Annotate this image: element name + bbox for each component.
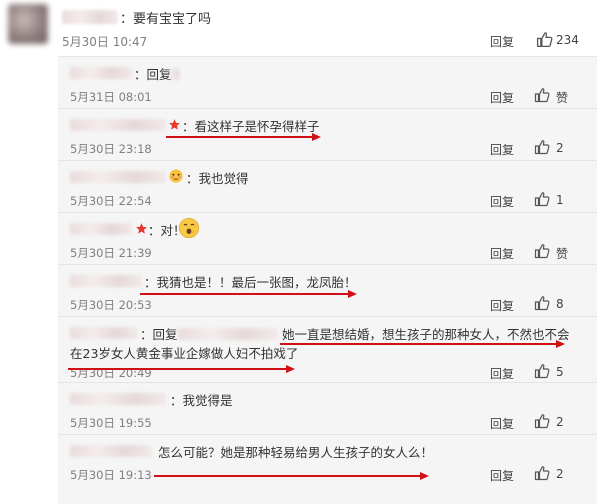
username-blurred[interactable] xyxy=(70,67,132,79)
thumbs-up-icon[interactable] xyxy=(534,191,550,207)
red-star-icon xyxy=(136,223,147,234)
top-comment: ：要有宝宝了吗 5月30日 10:47 回复 234 xyxy=(0,0,597,56)
thumbs-up-icon[interactable] xyxy=(536,31,553,48)
annotation-underline xyxy=(154,475,422,477)
comment-text: ：要有宝宝了吗 xyxy=(120,12,212,27)
annotation-arrowhead xyxy=(420,472,429,480)
like-count: 赞 xyxy=(556,91,569,105)
red-star-icon xyxy=(169,119,180,130)
list-item: ：回复 她一直是想结婚，想生孩子的那种女人，不然也不会 在23岁女人黄金事业企嫁… xyxy=(58,317,597,383)
reply-prefix: ：回复 xyxy=(140,327,178,342)
comment-time: 5月30日 23:18 xyxy=(70,142,152,156)
surprised-emoji-icon xyxy=(179,218,199,238)
comment-time: 5月30日 10:47 xyxy=(62,35,148,49)
comment-time: 5月30日 19:55 xyxy=(70,416,152,430)
reply-button[interactable]: 回复 xyxy=(490,365,514,382)
blush-emoji-icon xyxy=(169,169,183,183)
comment-text: ：我觉得是 xyxy=(170,393,233,408)
annotation-arrowhead xyxy=(286,365,295,373)
comment-text: ：我猜也是！！最后一张图，龙凤胎！ xyxy=(144,275,357,290)
thumbs-up-icon[interactable] xyxy=(534,87,550,103)
like-count: 234 xyxy=(556,33,579,47)
thumbs-up-icon[interactable] xyxy=(534,243,550,259)
list-item: ：我猜也是！！最后一张图，龙凤胎！ 5月30日 20:53 回复 8 xyxy=(58,265,597,317)
list-item: ：我也觉得 5月30日 22:54 回复 1 xyxy=(58,161,597,213)
comment-text: ：看这样子是怀孕得样子 xyxy=(182,119,320,134)
username-blurred[interactable] xyxy=(70,327,138,339)
annotation-arrowhead xyxy=(348,290,357,298)
comment-time: 5月30日 19:13 xyxy=(70,468,152,482)
list-item: ：回复 5月31日 08:01 回复 赞 xyxy=(58,57,597,109)
reply-list: ：回复 5月31日 08:01 回复 赞 ：看这样子是怀孕得样子 5月30日 2… xyxy=(58,56,597,504)
comment-time: 5月30日 22:54 xyxy=(70,194,152,208)
comment-text: ：我也觉得 xyxy=(186,171,249,186)
annotation-arrowhead xyxy=(556,340,565,348)
thumbs-up-icon[interactable] xyxy=(534,413,550,429)
annotation-arrowhead xyxy=(312,133,321,141)
like-count: 1 xyxy=(556,193,564,207)
reply-button[interactable]: 回复 xyxy=(490,467,514,484)
avatar[interactable] xyxy=(8,4,48,44)
username-blurred[interactable] xyxy=(62,10,118,24)
username-blurred[interactable] xyxy=(70,393,166,405)
thumbs-up-icon[interactable] xyxy=(534,465,550,481)
list-item: ：看这样子是怀孕得样子 5月30日 23:18 回复 2 xyxy=(58,109,597,161)
reply-prefix: ：回复 xyxy=(134,67,172,82)
reply-button[interactable]: 回复 xyxy=(490,141,514,158)
reply-button[interactable]: 回复 xyxy=(490,297,514,314)
like-count: 2 xyxy=(556,415,564,429)
list-item: ：对！ 5月30日 21:39 回复 赞 xyxy=(58,213,597,265)
username-blurred[interactable] xyxy=(70,445,152,457)
mention-blurred[interactable] xyxy=(170,68,180,80)
comment-text: 她一直是想结婚，想生孩子的那种女人，不然也不会 xyxy=(282,327,570,342)
comment-text-line2: 在23岁女人黄金事业企嫁做人妇不拍戏了 xyxy=(70,346,299,361)
annotation-underline xyxy=(68,368,286,370)
reply-button[interactable]: 回复 xyxy=(490,415,514,432)
thumbs-up-icon[interactable] xyxy=(534,363,550,379)
username-blurred[interactable] xyxy=(70,119,166,131)
annotation-underline xyxy=(280,343,556,345)
like-count: 8 xyxy=(556,297,564,311)
thumbs-up-icon[interactable] xyxy=(534,295,550,311)
like-count: 5 xyxy=(556,365,564,379)
thumbs-up-icon[interactable] xyxy=(534,139,550,155)
comment-time: 5月30日 21:39 xyxy=(70,246,152,260)
like-count: 2 xyxy=(556,467,564,481)
annotation-underline xyxy=(166,136,314,138)
reply-button[interactable]: 回复 xyxy=(490,33,514,50)
reply-button[interactable]: 回复 xyxy=(490,89,514,106)
comment-text: 怎么可能？她是那种轻易给男人生孩子的女人么！ xyxy=(158,445,434,460)
username-blurred[interactable] xyxy=(70,275,142,287)
username-blurred[interactable] xyxy=(70,223,132,235)
list-item: ：我觉得是 5月30日 19:55 回复 2 xyxy=(58,383,597,435)
like-count: 赞 xyxy=(556,247,569,261)
annotation-underline xyxy=(140,293,350,295)
comment-time: 5月31日 08:01 xyxy=(70,90,152,104)
list-item: 怎么可能？她是那种轻易给男人生孩子的女人么！ 5月30日 19:13 回复 2 xyxy=(58,435,597,487)
comment-time: 5月30日 20:53 xyxy=(70,298,152,312)
like-count: 2 xyxy=(556,141,564,155)
mention-blurred[interactable] xyxy=(178,328,278,340)
reply-button[interactable]: 回复 xyxy=(490,193,514,210)
reply-button[interactable]: 回复 xyxy=(490,245,514,262)
username-blurred[interactable] xyxy=(70,171,166,183)
